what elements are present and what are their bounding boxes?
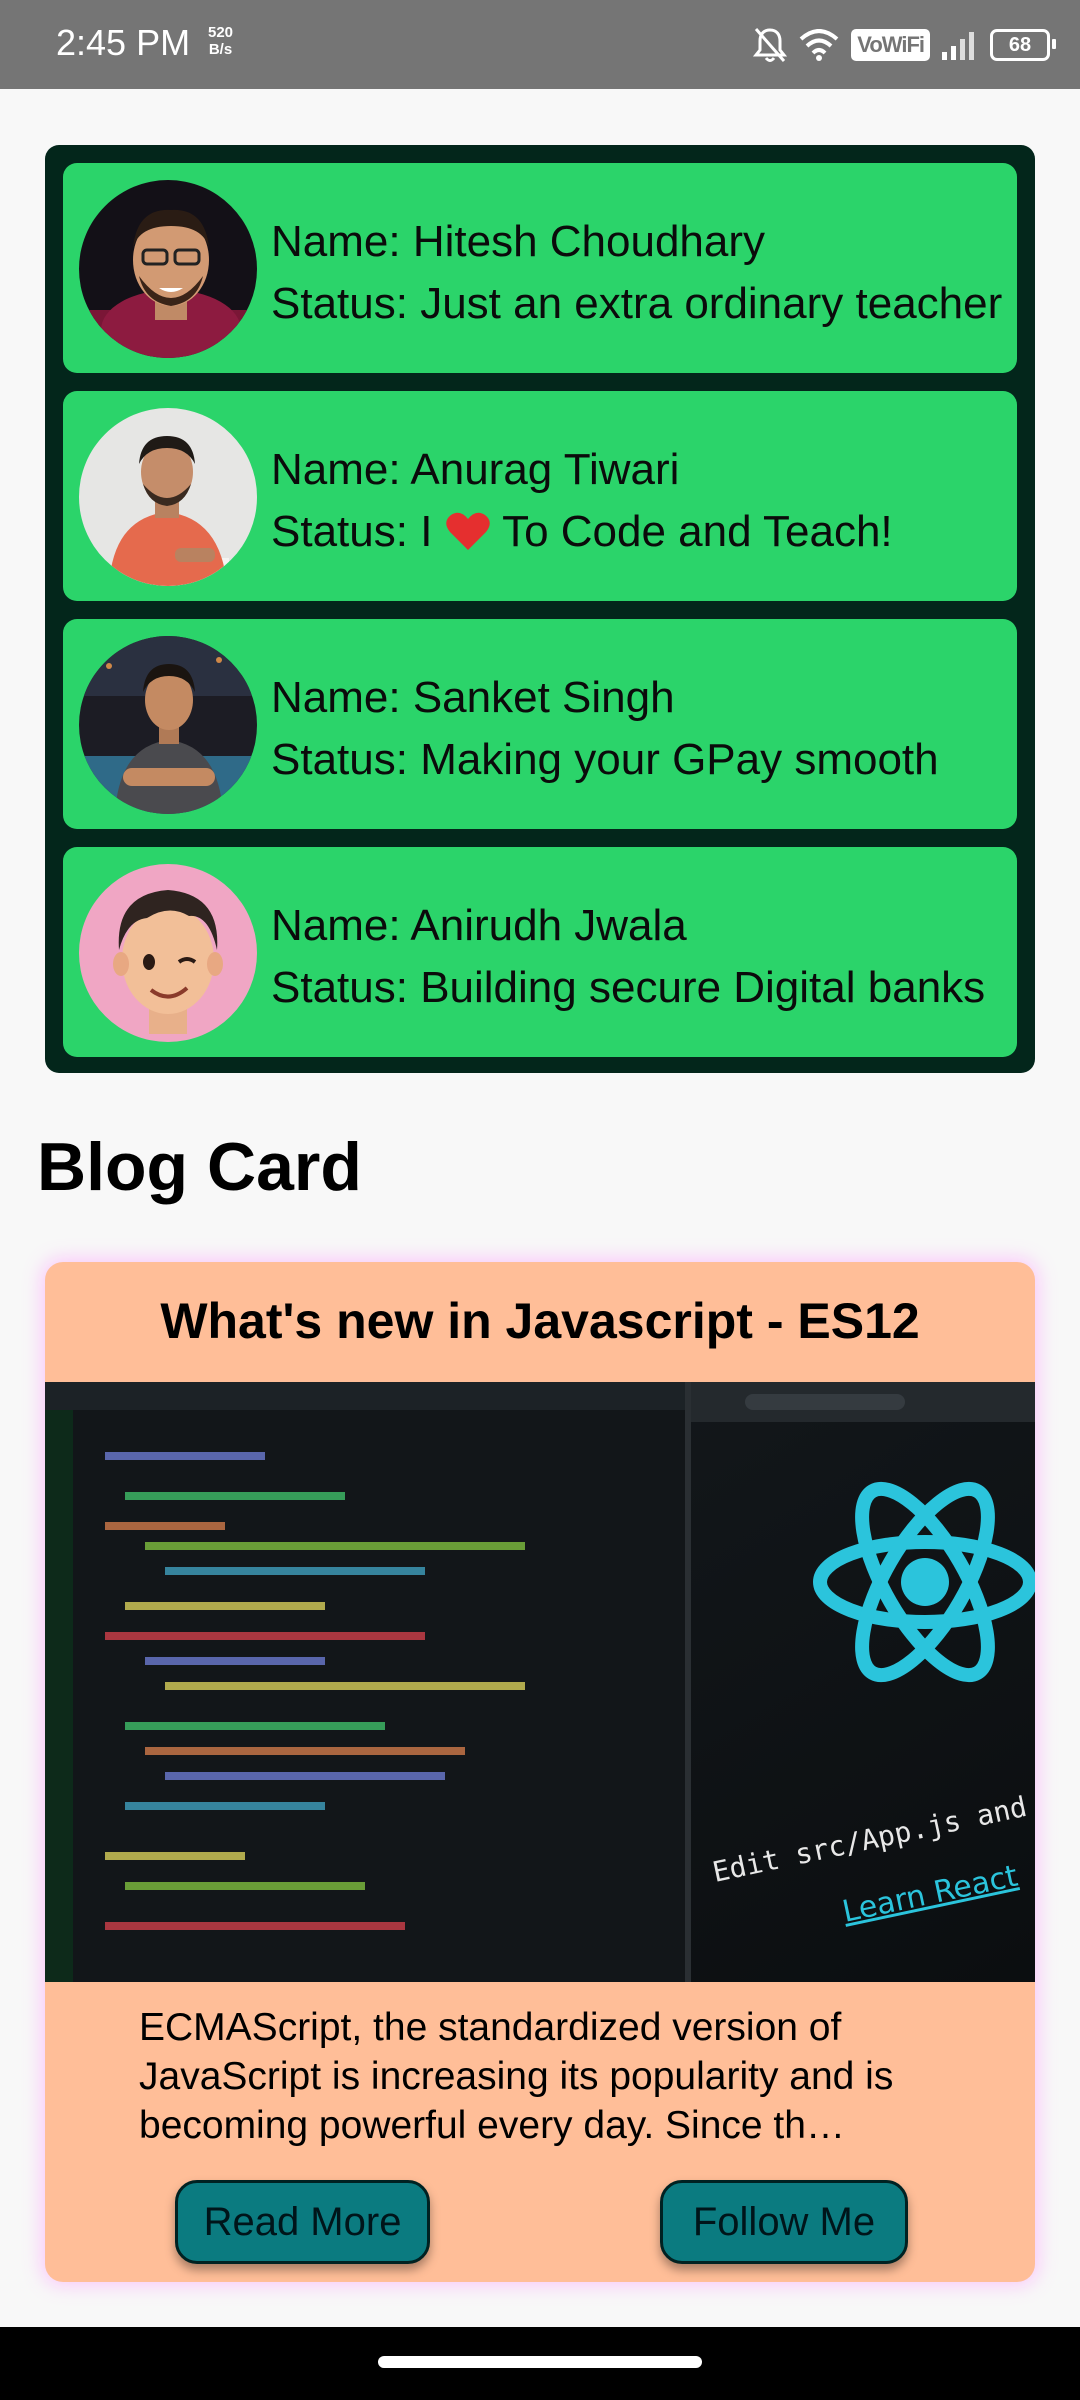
blog-card: What's new in Javascript - ES12 Learn Re… bbox=[45, 1262, 1035, 2282]
home-gesture-handle[interactable] bbox=[378, 2356, 702, 2368]
contact-info: Name: Sanket Singh Status: Making your G… bbox=[271, 667, 939, 791]
contact-status-prefix: Status: I bbox=[271, 507, 445, 556]
avatar bbox=[79, 180, 257, 358]
contact-status: Status: I To Code and Teach! bbox=[271, 501, 893, 563]
list-item[interactable]: Name: Anirudh Jwala Status: Building sec… bbox=[63, 847, 1017, 1057]
battery-icon: 68 bbox=[990, 29, 1056, 61]
contact-name: Name: Anirudh Jwala bbox=[271, 901, 687, 950]
status-icons: VoWiFi 68 bbox=[753, 22, 1056, 68]
network-speed: 520 B/s bbox=[208, 24, 233, 58]
signal-icon bbox=[942, 32, 974, 60]
avatar bbox=[79, 636, 257, 814]
list-item[interactable]: Name: Sanket Singh Status: Making your G… bbox=[63, 619, 1017, 829]
read-more-button[interactable]: Read More bbox=[175, 2180, 430, 2264]
contact-info: Name: Anurag Tiwari Status: I To Code an… bbox=[271, 439, 893, 563]
status-time: 2:45 PM bbox=[56, 22, 191, 63]
blog-title: What's new in Javascript - ES12 bbox=[160, 1293, 920, 1349]
follow-me-button[interactable]: Follow Me bbox=[660, 2180, 908, 2264]
section-heading: Blog Card bbox=[37, 1129, 362, 1205]
contact-status-suffix: To Code and Teach! bbox=[490, 507, 893, 556]
contact-name: Name: Anurag Tiwari bbox=[271, 445, 680, 494]
battery-level: 68 bbox=[1008, 33, 1032, 56]
list-item[interactable]: Name: Anurag Tiwari Status: I To Code an… bbox=[63, 391, 1017, 601]
network-speed-unit: B/s bbox=[208, 41, 233, 58]
blog-description: ECMAScript, the standardized version of … bbox=[139, 2006, 894, 2147]
vowifi-badge: VoWiFi bbox=[851, 29, 930, 61]
contact-status: Status: Making your GPay smooth bbox=[271, 735, 939, 784]
contact-info: Name: Anirudh Jwala Status: Building sec… bbox=[271, 895, 985, 1019]
avatar bbox=[79, 408, 257, 586]
list-item[interactable]: Name: Hitesh Choudhary Status: Just an e… bbox=[63, 163, 1017, 373]
contact-name: Name: Hitesh Choudhary bbox=[271, 217, 766, 266]
wifi-icon bbox=[799, 29, 839, 61]
avatar bbox=[79, 864, 257, 1042]
status-bar: 2:45 PM 520 B/s VoWiFi 68 bbox=[0, 0, 1080, 89]
contact-info: Name: Hitesh Choudhary Status: Just an e… bbox=[271, 211, 1002, 335]
contact-status: Status: Building secure Digital banks bbox=[271, 963, 986, 1012]
navigation-bar bbox=[0, 2327, 1080, 2400]
contact-status: Status: Just an extra ordinary teacher bbox=[271, 279, 1003, 328]
network-speed-value: 520 bbox=[208, 24, 234, 41]
heart-icon bbox=[445, 512, 490, 550]
blog-image: Edit src/App.js and save to relo Learn R… bbox=[45, 1382, 1035, 1982]
contacts-list: Name: Hitesh Choudhary Status: Just an e… bbox=[45, 145, 1035, 1073]
mute-bell-icon bbox=[753, 28, 788, 62]
contact-name: Name: Sanket Singh bbox=[271, 673, 675, 722]
